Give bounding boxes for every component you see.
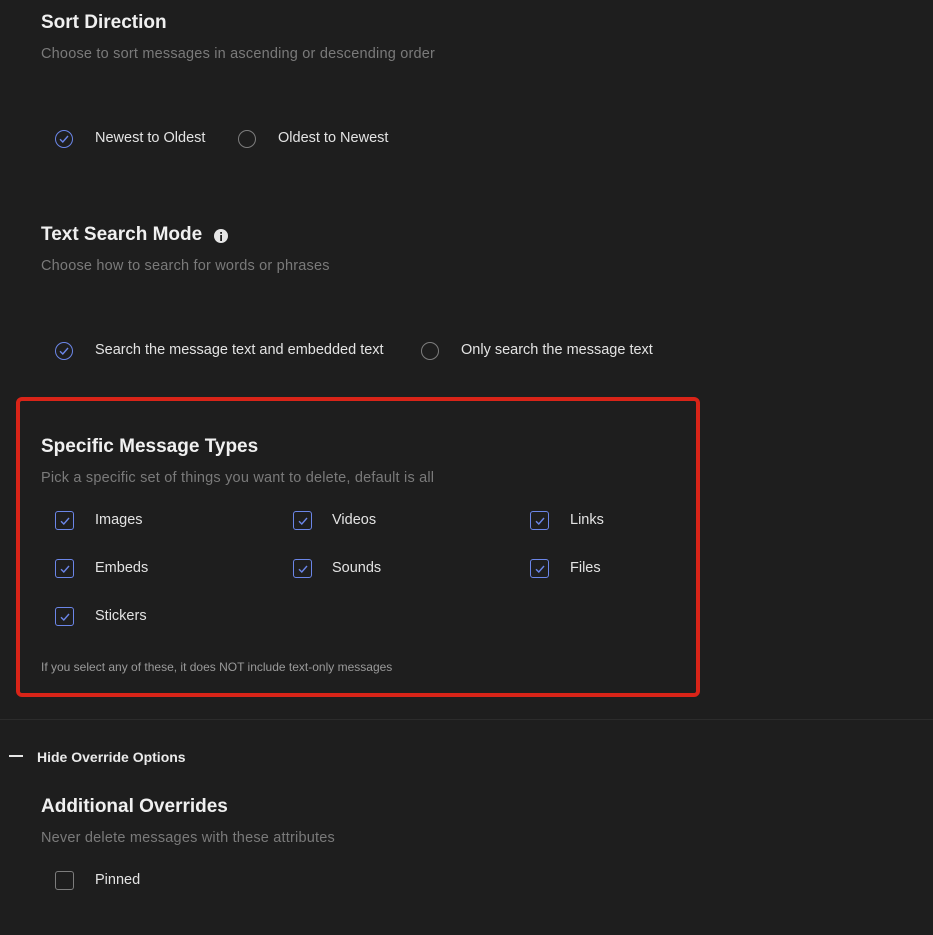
check-icon [60, 517, 70, 525]
info-icon[interactable] [214, 229, 228, 243]
check-icon [59, 135, 69, 143]
sort-direction-description: Choose to sort messages in ascending or … [41, 46, 436, 62]
checkbox-label-sounds[interactable]: Sounds [332, 560, 381, 576]
checkbox-pinned[interactable] [55, 871, 74, 890]
sort-direction-title: Sort Direction [41, 12, 167, 33]
checkbox-images[interactable] [55, 511, 74, 530]
radio-label-newest-to-oldest[interactable]: Newest to Oldest [95, 130, 205, 146]
message-types-note: If you select any of these, it does NOT … [41, 660, 393, 674]
checkbox-label-images[interactable]: Images [95, 512, 143, 528]
checkbox-label-stickers[interactable]: Stickers [95, 608, 147, 624]
section-divider [0, 719, 933, 720]
radio-label-oldest-to-newest[interactable]: Oldest to Newest [278, 130, 388, 146]
check-icon [60, 565, 70, 573]
checkbox-embeds[interactable] [55, 559, 74, 578]
checkbox-label-pinned[interactable]: Pinned [95, 872, 140, 888]
hide-override-options-toggle[interactable]: Hide Override Options [37, 749, 186, 765]
check-icon [60, 613, 70, 621]
radio-newest-to-oldest[interactable] [55, 130, 73, 148]
message-types-title: Specific Message Types [41, 436, 259, 457]
radio-label-search-embedded-text[interactable]: Search the message text and embedded tex… [95, 342, 384, 358]
radio-oldest-to-newest[interactable] [238, 130, 256, 148]
message-types-description: Pick a specific set of things you want t… [41, 470, 435, 486]
checkbox-label-links[interactable]: Links [570, 512, 604, 528]
checkbox-label-files[interactable]: Files [570, 560, 601, 576]
checkbox-label-videos[interactable]: Videos [332, 512, 376, 528]
checkbox-sounds[interactable] [293, 559, 312, 578]
minus-icon[interactable] [9, 749, 23, 763]
check-icon [298, 565, 308, 573]
checkbox-videos[interactable] [293, 511, 312, 530]
checkbox-label-embeds[interactable]: Embeds [95, 560, 148, 576]
text-search-mode-title: Text Search Mode [41, 224, 203, 245]
checkbox-stickers[interactable] [55, 607, 74, 626]
additional-overrides-description: Never delete messages with these attribu… [41, 830, 335, 846]
checkbox-files[interactable] [530, 559, 549, 578]
check-icon [535, 517, 545, 525]
check-icon [59, 347, 69, 355]
radio-search-embedded-text[interactable] [55, 342, 73, 360]
checkbox-links[interactable] [530, 511, 549, 530]
check-icon [535, 565, 545, 573]
text-search-mode-description: Choose how to search for words or phrase… [41, 258, 330, 274]
check-icon [298, 517, 308, 525]
radio-label-only-message-text[interactable]: Only search the message text [461, 342, 653, 358]
radio-only-message-text[interactable] [421, 342, 439, 360]
additional-overrides-title: Additional Overrides [41, 796, 228, 817]
